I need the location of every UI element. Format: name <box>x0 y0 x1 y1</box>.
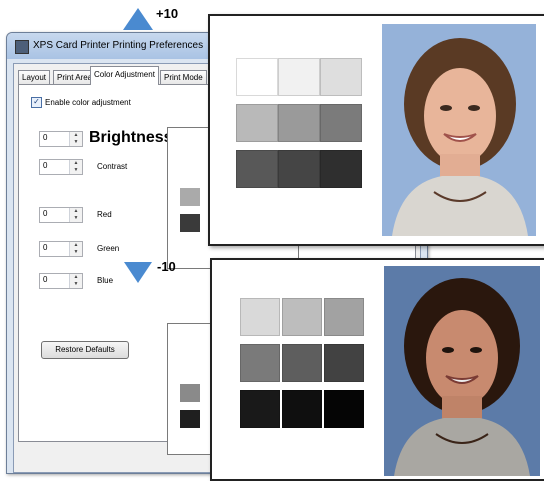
enable-label: Enable color adjustment <box>45 98 131 107</box>
gray-swatch <box>320 104 362 142</box>
gray-swatch <box>320 58 362 96</box>
green-label: Green <box>97 244 120 253</box>
gray-swatch <box>278 104 320 142</box>
brightness-label: Brightness <box>89 129 173 146</box>
brightness-spin-buttons[interactable]: ▲ ▼ <box>69 132 82 146</box>
decrease-arrow-icon <box>124 262 152 283</box>
preview-swatch <box>180 410 200 428</box>
portrait-image <box>392 38 528 236</box>
printer-icon <box>15 40 29 54</box>
contrast-spin-buttons[interactable]: ▲ ▼ <box>69 160 82 174</box>
increase-label: +10 <box>156 6 179 21</box>
gray-swatch <box>278 150 320 188</box>
spin-up-icon[interactable]: ▲ <box>70 274 82 281</box>
green-spin-buttons[interactable]: ▲ ▼ <box>69 242 82 256</box>
red-stepper[interactable]: 0 ▲ ▼ <box>39 207 83 223</box>
spin-down-icon[interactable]: ▼ <box>70 249 82 256</box>
green-stepper[interactable]: 0 ▲ ▼ <box>39 241 83 257</box>
brighter-sample-card <box>208 14 544 246</box>
contrast-stepper[interactable]: 0 ▲ ▼ <box>39 159 83 175</box>
green-value[interactable]: 0 <box>43 243 47 252</box>
gray-swatch <box>282 390 322 428</box>
tab-layout[interactable]: Layout <box>18 70 51 85</box>
spin-down-icon[interactable]: ▼ <box>70 281 82 288</box>
contrast-value[interactable]: 0 <box>43 161 47 170</box>
spin-up-icon[interactable]: ▲ <box>70 208 82 215</box>
preview-swatch <box>180 188 200 206</box>
blue-spin-buttons[interactable]: ▲ ▼ <box>69 274 82 288</box>
gray-swatch <box>236 104 278 142</box>
spin-up-icon[interactable]: ▲ <box>70 160 82 167</box>
gray-swatch <box>278 58 320 96</box>
gray-swatch <box>240 390 280 428</box>
gray-swatch <box>282 344 322 382</box>
gray-swatch <box>240 344 280 382</box>
restore-defaults-button[interactable]: Restore Defaults <box>41 341 129 359</box>
spin-up-icon[interactable]: ▲ <box>70 242 82 249</box>
contrast-label: Contrast <box>97 162 128 171</box>
enable-checkbox[interactable]: ✓ <box>31 97 42 108</box>
gray-swatch <box>236 150 278 188</box>
window-title: XPS Card Printer Printing Preferences <box>33 40 204 51</box>
brightness-stepper[interactable]: 0 ▲ ▼ <box>39 131 83 147</box>
preview-swatch <box>180 384 200 402</box>
portrait-photo-brighter <box>382 24 536 236</box>
tab-print-mode[interactable]: Print Mode <box>160 70 207 85</box>
portrait-image <box>394 278 530 476</box>
gray-swatch <box>282 298 322 336</box>
spin-up-icon[interactable]: ▲ <box>70 132 82 139</box>
enable-color-adjustment[interactable]: ✓ Enable color adjustment <box>31 97 131 108</box>
spin-down-icon[interactable]: ▼ <box>70 139 82 146</box>
red-spin-buttons[interactable]: ▲ ▼ <box>69 208 82 222</box>
decrease-label: -10 <box>157 259 176 274</box>
gray-swatch <box>320 150 362 188</box>
tab-color-adjustment[interactable]: Color Adjustment <box>90 66 159 85</box>
brightness-value[interactable]: 0 <box>43 133 47 142</box>
gray-swatch <box>324 298 364 336</box>
spin-down-icon[interactable]: ▼ <box>70 215 82 222</box>
gray-swatch <box>236 58 278 96</box>
blue-value[interactable]: 0 <box>43 275 47 284</box>
spin-down-icon[interactable]: ▼ <box>70 167 82 174</box>
red-value[interactable]: 0 <box>43 209 47 218</box>
preview-swatch <box>180 214 200 232</box>
darker-sample-card <box>210 258 544 481</box>
gray-swatch <box>324 344 364 382</box>
red-label: Red <box>97 210 112 219</box>
increase-arrow-icon <box>123 8 153 30</box>
blue-label: Blue <box>97 276 114 285</box>
gray-swatch <box>240 298 280 336</box>
gray-swatch <box>324 390 364 428</box>
portrait-photo-darker <box>384 266 540 476</box>
blue-stepper[interactable]: 0 ▲ ▼ <box>39 273 83 289</box>
